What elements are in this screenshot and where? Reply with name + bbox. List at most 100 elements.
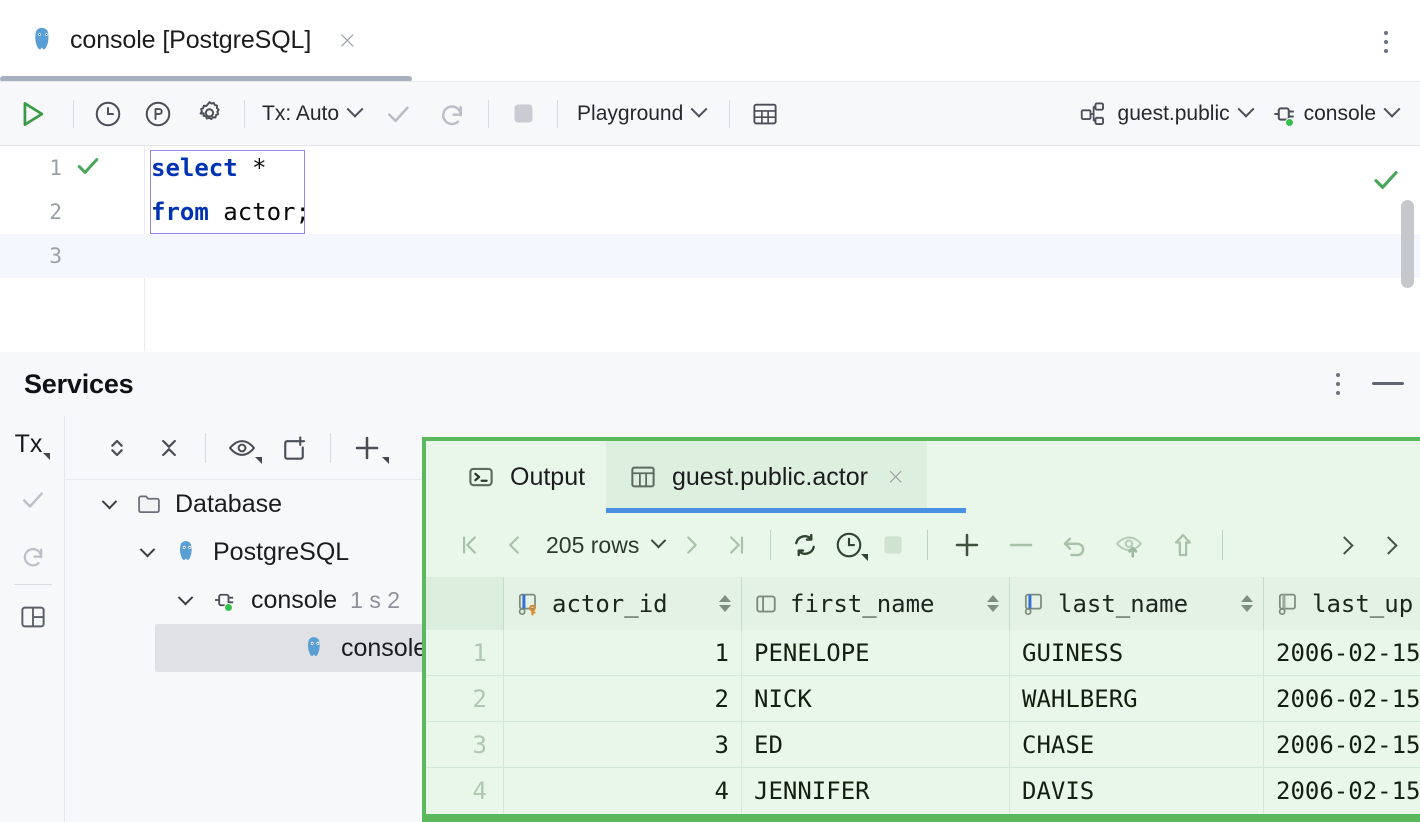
code-line-1-text: select * xyxy=(145,154,267,182)
cell-last-name[interactable]: WAHLBERG xyxy=(1010,676,1264,721)
close-icon[interactable]: × xyxy=(337,28,357,52)
status-connected-dot xyxy=(224,603,233,612)
services-more-options-button[interactable] xyxy=(1328,370,1348,398)
submit-changes-button[interactable] xyxy=(1156,513,1210,577)
cell-first-name[interactable]: PENELOPE xyxy=(742,630,1010,675)
run-button[interactable] xyxy=(0,82,64,146)
code-line-2: from actor; xyxy=(145,190,1420,234)
editor-tab-console[interactable]: console [PostgreSQL] × xyxy=(18,14,365,66)
cell-first-name[interactable]: ED xyxy=(742,722,1010,767)
grid-header-last-update[interactable]: last_up xyxy=(1264,577,1420,630)
toolbar-divider xyxy=(557,100,558,128)
editor-code-area[interactable]: select * from actor; xyxy=(145,146,1420,351)
prev-page-button[interactable] xyxy=(492,513,536,577)
result-grid-toolbar: 205 rows xyxy=(426,513,1420,577)
cell-actor-id[interactable]: 4 xyxy=(504,768,742,813)
editor-scrollbar-thumb[interactable] xyxy=(1401,200,1414,288)
chevron-down-icon[interactable] xyxy=(135,540,159,564)
eye-upload-icon xyxy=(1114,530,1144,560)
close-icon[interactable]: × xyxy=(886,464,905,490)
cell-last-update[interactable]: 2006-02-15 xyxy=(1264,676,1420,721)
eye-icon xyxy=(227,433,257,463)
revert-button[interactable] xyxy=(1048,513,1102,577)
tree-node-duration: 1 s 2 xyxy=(350,587,400,614)
gear-icon xyxy=(194,98,225,129)
next-page-button[interactable] xyxy=(670,513,714,577)
sort-toggle-icon[interactable] xyxy=(719,595,731,612)
tx-strip-button[interactable]: Tx xyxy=(0,416,65,472)
delete-row-button[interactable] xyxy=(994,513,1048,577)
chevron-down-icon xyxy=(651,532,667,548)
statement-ok-icon[interactable] xyxy=(74,152,102,185)
services-tool-strip: Tx xyxy=(0,416,65,822)
table-row[interactable]: 2 2 NICK WAHLBERG 2006-02-15 xyxy=(426,676,1420,722)
tx-mode-label: Tx: Auto xyxy=(262,102,339,126)
line-number: 3 xyxy=(0,244,62,268)
services-minimize-button[interactable] xyxy=(1372,382,1404,385)
cell-last-name[interactable]: CHASE xyxy=(1010,722,1264,767)
gutter-line-2: 2 xyxy=(0,190,145,234)
cell-actor-id[interactable]: 1 xyxy=(504,630,742,675)
grid-header-actor-id[interactable]: actor_id xyxy=(504,577,742,630)
cell-first-name[interactable]: NICK xyxy=(742,676,1010,721)
rollback-strip-button[interactable] xyxy=(0,528,65,584)
tab-guest-public-actor[interactable]: guest.public.actor × xyxy=(606,441,927,513)
strip-divider xyxy=(14,584,52,585)
database-selector[interactable]: guest.public xyxy=(1068,82,1256,146)
preview-changes-button[interactable] xyxy=(1102,513,1156,577)
check-icon xyxy=(19,486,47,514)
sort-toggle-icon[interactable] xyxy=(1241,595,1253,612)
tab-output[interactable]: Output xyxy=(444,441,607,513)
expand-toolbar-button[interactable] xyxy=(1322,513,1366,577)
view-options-button[interactable] xyxy=(216,416,268,480)
commit-button[interactable] xyxy=(371,82,425,146)
tx-mode-selector[interactable]: Tx: Auto xyxy=(254,82,365,146)
table-row[interactable]: 1 1 PENELOPE GUINESS 2006-02-15 xyxy=(426,630,1420,676)
layout-strip-button[interactable] xyxy=(0,589,65,645)
add-button[interactable] xyxy=(341,416,393,480)
sql-editor[interactable]: 1 2 3 select * from actor; xyxy=(0,146,1420,351)
datagrip-console-window: console [PostgreSQL] × xyxy=(0,0,1420,822)
chevron-down-icon[interactable] xyxy=(97,492,121,516)
first-page-button[interactable] xyxy=(448,513,492,577)
table-row[interactable]: 4 4 JENNIFER DAVIS 2006-02-15 xyxy=(426,768,1420,814)
editor-more-options-button[interactable] xyxy=(1376,28,1396,56)
grid-header-last-name[interactable]: last_name xyxy=(1010,577,1264,630)
session-selector[interactable]: console xyxy=(1256,82,1420,146)
settings-button[interactable] xyxy=(183,82,235,146)
grid-header-first-name[interactable]: first_name xyxy=(742,577,1010,630)
parameters-button[interactable] xyxy=(133,82,183,146)
table-row[interactable]: 3 3 ED CHASE 2006-02-15 xyxy=(426,722,1420,768)
open-table-editor-button[interactable] xyxy=(739,82,791,146)
add-row-button[interactable] xyxy=(940,513,994,577)
grid-history-button[interactable] xyxy=(827,513,871,577)
schema-selector[interactable]: Playground xyxy=(567,82,709,146)
stop-button[interactable] xyxy=(498,82,548,146)
rollback-button[interactable] xyxy=(425,82,479,146)
cell-actor-id[interactable]: 3 xyxy=(504,722,742,767)
expand-collapse-button[interactable] xyxy=(91,416,143,480)
reload-button[interactable] xyxy=(783,513,827,577)
result-data-grid[interactable]: actor_id first_name xyxy=(426,577,1420,822)
history-button[interactable] xyxy=(83,82,133,146)
cell-last-update[interactable]: 2006-02-15 xyxy=(1264,768,1420,813)
row-count-selector[interactable]: 205 rows xyxy=(536,513,670,577)
new-tab-button[interactable] xyxy=(268,416,320,480)
cell-last-update[interactable]: 2006-02-15 xyxy=(1264,630,1420,675)
cell-first-name[interactable]: JENNIFER xyxy=(742,768,1010,813)
cell-actor-id[interactable]: 2 xyxy=(504,676,742,721)
sort-toggle-icon[interactable] xyxy=(987,595,999,612)
schema-nodes-icon xyxy=(1078,99,1108,129)
status-connected-dot xyxy=(1285,118,1294,127)
grid-stop-button[interactable] xyxy=(871,513,915,577)
more-toolbar-button[interactable] xyxy=(1366,513,1410,577)
chevron-down-icon[interactable] xyxy=(173,588,197,612)
commit-strip-button[interactable] xyxy=(0,472,65,528)
collapse-all-button[interactable] xyxy=(143,416,195,480)
highlight-bottom-border xyxy=(426,814,1420,818)
cell-last-name[interactable]: DAVIS xyxy=(1010,768,1264,813)
inspection-status-icon[interactable] xyxy=(1370,164,1402,201)
last-page-button[interactable] xyxy=(714,513,758,577)
cell-last-name[interactable]: GUINESS xyxy=(1010,630,1264,675)
cell-last-update[interactable]: 2006-02-15 xyxy=(1264,722,1420,767)
